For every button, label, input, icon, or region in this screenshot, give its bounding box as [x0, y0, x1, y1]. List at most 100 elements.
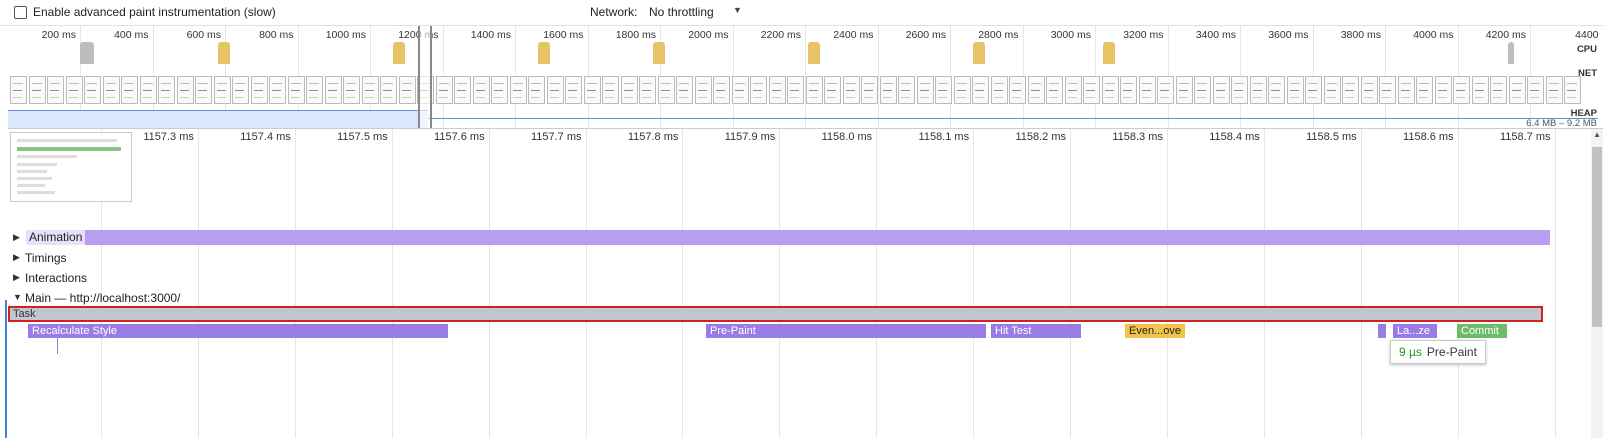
timeline-overview[interactable]: 200 ms400 ms600 ms800 ms1000 ms1200 ms14… [8, 26, 1603, 129]
overview-screenshot[interactable] [65, 76, 83, 104]
overview-screenshot[interactable] [250, 76, 268, 104]
overview-screenshot[interactable] [491, 76, 508, 104]
overview-screenshot[interactable] [824, 76, 841, 104]
expand-triangle-icon[interactable]: ▶ [13, 272, 20, 283]
overview-screenshot[interactable] [1323, 76, 1341, 104]
overview-screenshot[interactable] [1564, 76, 1581, 104]
overview-screenshot[interactable] [158, 76, 175, 104]
overview-screenshot[interactable] [935, 76, 952, 104]
chevron-down-icon[interactable]: ▼ [733, 5, 742, 15]
overview-selection-window[interactable] [418, 26, 432, 128]
overview-screenshot[interactable] [1397, 76, 1415, 104]
overview-screenshot[interactable] [1231, 76, 1248, 104]
expand-triangle-icon[interactable]: ▶ [13, 232, 20, 243]
overview-screenshot[interactable] [602, 76, 619, 104]
overview-screenshot[interactable] [583, 76, 601, 104]
overview-screenshot[interactable] [750, 76, 767, 104]
overview-screenshot[interactable] [102, 76, 120, 104]
overview-screenshot[interactable] [139, 76, 157, 104]
overview-screenshot[interactable] [361, 76, 379, 104]
overview-screenshot[interactable] [380, 76, 397, 104]
event-event-move[interactable]: Even...ove [1125, 324, 1185, 338]
overview-screenshot[interactable] [398, 76, 416, 104]
overview-screenshot[interactable] [1157, 76, 1174, 104]
paint-instrumentation-label[interactable]: Enable advanced paint instrumentation (s… [33, 5, 276, 19]
overview-screenshot[interactable] [546, 76, 564, 104]
track-animation[interactable]: ▶ Animation [8, 228, 1553, 248]
overview-screenshot[interactable] [195, 76, 212, 104]
overview-screenshot[interactable] [1046, 76, 1063, 104]
overview-screenshot[interactable] [657, 76, 675, 104]
track-timings[interactable]: ▶ Timings [8, 248, 1553, 268]
overview-screenshot[interactable] [287, 76, 305, 104]
overview-screenshot[interactable] [713, 76, 730, 104]
overview-screenshot[interactable] [1268, 76, 1285, 104]
overview-screenshot[interactable] [324, 76, 342, 104]
overview-screenshot[interactable] [269, 76, 286, 104]
overview-screenshot[interactable] [1009, 76, 1026, 104]
event-pre-paint[interactable]: Pre-Paint [706, 324, 986, 338]
overview-screenshot[interactable] [343, 76, 360, 104]
overview-screenshot[interactable] [1527, 76, 1544, 104]
overview-screenshot[interactable] [565, 76, 582, 104]
overview-screenshot[interactable] [1175, 76, 1193, 104]
overview-screenshot[interactable] [805, 76, 823, 104]
overview-screenshot[interactable] [1083, 76, 1100, 104]
overview-screenshot[interactable] [1379, 76, 1396, 104]
overview-screenshot[interactable] [916, 76, 934, 104]
screenshot-thumbnail[interactable] [10, 132, 132, 202]
overview-screenshot[interactable] [1434, 76, 1452, 104]
overview-screenshot[interactable] [176, 76, 194, 104]
overview-screenshot[interactable] [1212, 76, 1230, 104]
overview-screenshot[interactable] [639, 76, 656, 104]
track-interactions[interactable]: ▶ Interactions [8, 268, 1553, 288]
overview-screenshot[interactable] [972, 76, 989, 104]
overview-screenshot[interactable] [1360, 76, 1378, 104]
network-throttling-select[interactable]: No throttling [649, 5, 714, 19]
overview-screenshot[interactable] [879, 76, 897, 104]
overview-screenshot[interactable] [1416, 76, 1433, 104]
overview-screenshot[interactable] [861, 76, 878, 104]
overview-screenshot[interactable] [676, 76, 693, 104]
overview-screenshot[interactable] [1545, 76, 1563, 104]
overview-screenshot[interactable] [1064, 76, 1082, 104]
overview-screenshot[interactable] [620, 76, 638, 104]
overview-screenshot[interactable] [28, 76, 46, 104]
overview-screenshot[interactable] [509, 76, 527, 104]
event-recalculate-style[interactable]: Recalculate Style [28, 324, 448, 338]
overview-screenshot[interactable] [1101, 76, 1119, 104]
overview-screenshot[interactable] [768, 76, 786, 104]
overview-screenshot[interactable] [472, 76, 490, 104]
overview-screenshot[interactable] [1194, 76, 1211, 104]
overview-screenshot[interactable] [121, 76, 138, 104]
overview-screenshot[interactable] [787, 76, 804, 104]
overview-screenshot[interactable] [731, 76, 749, 104]
overview-screenshot[interactable] [213, 76, 231, 104]
event-commit[interactable]: Commit [1457, 324, 1507, 338]
task-event-selected[interactable]: Task [8, 306, 1543, 322]
overview-screenshot[interactable] [842, 76, 860, 104]
overview-screenshot[interactable] [306, 76, 323, 104]
overview-screenshot[interactable] [435, 76, 453, 104]
scrollbar-thumb[interactable] [1592, 147, 1602, 327]
overview-screenshot[interactable] [84, 76, 101, 104]
overview-screenshot[interactable] [10, 76, 27, 104]
overview-screenshot[interactable] [1027, 76, 1045, 104]
event-hit-test[interactable]: Hit Test [991, 324, 1081, 338]
overview-screenshot[interactable] [953, 76, 971, 104]
scroll-up-arrow-icon[interactable]: ▲ [1593, 130, 1601, 139]
overview-screenshot[interactable] [47, 76, 64, 104]
overview-screenshot[interactable] [990, 76, 1008, 104]
overview-screenshot[interactable] [1249, 76, 1267, 104]
overview-screenshot[interactable] [694, 76, 712, 104]
overview-screenshot[interactable] [1342, 76, 1359, 104]
overview-screenshot[interactable] [1138, 76, 1156, 104]
overview-screenshot[interactable] [1305, 76, 1322, 104]
event-layerize[interactable]: La...ze [1393, 324, 1437, 338]
collapse-triangle-icon[interactable]: ▼ [13, 292, 22, 302]
overview-screenshot[interactable] [1508, 76, 1526, 104]
overview-screenshot[interactable] [1490, 76, 1507, 104]
overview-screenshot[interactable] [1120, 76, 1137, 104]
overview-screenshot[interactable] [1453, 76, 1470, 104]
overview-screenshot[interactable] [454, 76, 471, 104]
